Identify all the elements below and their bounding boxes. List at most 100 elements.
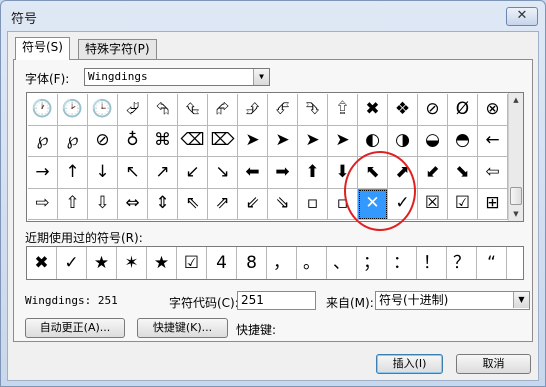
symbol-cell[interactable]: ↖ — [118, 157, 148, 189]
chevron-down-icon[interactable]: ▼ — [513, 292, 529, 308]
recent-symbol-cell[interactable]: ★ — [147, 247, 177, 279]
symbol-cell[interactable]: ↘ — [208, 157, 238, 189]
symbol-cell[interactable]: ← — [478, 125, 508, 157]
symbol-cell[interactable]: ⇔ — [118, 188, 148, 220]
tab-symbols[interactable]: 符号(S) — [15, 37, 70, 60]
cancel-button[interactable]: 取消 — [456, 354, 531, 374]
symbol-cell[interactable]: 🕒 — [88, 94, 118, 126]
recent-symbol-cell[interactable]: 8 — [237, 247, 267, 279]
symbol-cell[interactable]: ⮰ — [118, 94, 148, 126]
symbol-cell[interactable]: ◐ — [358, 125, 388, 157]
recent-symbol-cell[interactable]: ✶ — [117, 247, 147, 279]
symbol-cell[interactable]: ✖ — [358, 94, 388, 126]
recent-symbol-cell[interactable]: ✖ — [27, 247, 57, 279]
symbol-cell[interactable]: ⌘ — [148, 125, 178, 157]
recent-symbols-label: 近期使用过的符号(R): — [25, 231, 143, 245]
symbol-cell[interactable]: ⇕ — [148, 188, 178, 220]
symbol-cell[interactable]: → — [28, 157, 58, 189]
symbol-cell[interactable]: ◒ — [418, 125, 448, 157]
recent-symbol-cell[interactable]: ★ — [87, 247, 117, 279]
symbol-cell[interactable]: ◑ — [388, 125, 418, 157]
recent-symbol-cell[interactable]: ？ — [447, 247, 477, 279]
autocorrect-button[interactable]: 自动更正(A)... — [25, 318, 125, 338]
recent-symbol-cell[interactable]: ； — [357, 247, 387, 279]
symbol-cell[interactable]: ⬅ — [238, 157, 268, 189]
symbol-cell[interactable]: ⬋ — [418, 157, 448, 189]
symbol-cell[interactable]: ⊘ — [88, 125, 118, 157]
symbol-cell[interactable]: ↑ — [58, 157, 88, 189]
symbol-cell[interactable]: ⇧ — [58, 188, 88, 220]
symbol-cell[interactable]: ❖ — [388, 94, 418, 126]
scroll-down-icon[interactable]: ▼ — [509, 207, 523, 221]
symbol-cell[interactable]: ℘ — [58, 125, 88, 157]
recent-symbol-cell[interactable]: ✓ — [57, 247, 87, 279]
symbol-cell[interactable]: 🕐 — [28, 94, 58, 126]
symbol-cell[interactable]: ⮳ — [208, 94, 238, 126]
close-button[interactable]: ✕ — [506, 7, 538, 26]
symbol-cell[interactable]: ⬇ — [328, 157, 358, 189]
symbol-cell[interactable]: ⮵ — [238, 94, 268, 126]
symbol-cell[interactable]: ⮶ — [268, 94, 298, 126]
symbol-cell[interactable]: ➡ — [268, 157, 298, 189]
symbol-cell[interactable]: ↗ — [148, 157, 178, 189]
char-code-field[interactable]: 251 — [237, 291, 316, 310]
symbol-cell[interactable]: ♁ — [118, 125, 148, 157]
symbol-cell[interactable]: ➤ — [298, 125, 328, 157]
symbol-cell[interactable]: ▫ — [298, 188, 328, 220]
recent-symbol-cell[interactable]: 、 — [327, 247, 357, 279]
symbol-cell[interactable]: ➤ — [238, 125, 268, 157]
symbol-cell[interactable]: 🕑 — [58, 94, 88, 126]
symbol-cell[interactable]: ⌫ — [178, 125, 208, 157]
recent-symbol-cell[interactable]: ☑ — [177, 247, 207, 279]
chevron-down-icon[interactable]: ▼ — [253, 69, 269, 85]
grid-scrollbar[interactable]: ▲ ▼ — [508, 93, 523, 221]
symbol-cell[interactable]: ⮲ — [148, 94, 178, 126]
symbol-cell[interactable]: ⮷ — [298, 94, 328, 126]
symbol-cell[interactable]: ⬉ — [358, 157, 388, 189]
symbol-cell[interactable]: ➤ — [328, 125, 358, 157]
symbol-cell[interactable]: ⬆ — [298, 157, 328, 189]
scroll-thumb[interactable] — [510, 187, 522, 205]
font-code-text: Wingdings: 251 — [25, 294, 118, 307]
symbol-cell[interactable]: ➤ — [268, 125, 298, 157]
symbol-cell[interactable]: ℘ — [28, 125, 58, 157]
symbol-cell[interactable]: ⊗ — [478, 94, 508, 126]
recent-symbol-cell[interactable]: ！ — [417, 247, 447, 279]
symbol-cell[interactable]: ⇦ — [478, 157, 508, 189]
symbol-cell[interactable]: ⮴ — [178, 94, 208, 126]
symbol-cell[interactable]: ⇙ — [238, 188, 268, 220]
symbol-cell[interactable]: ⇘ — [268, 188, 298, 220]
symbol-cell[interactable]: ☑ — [448, 188, 478, 220]
font-select[interactable]: Wingdings ▼ — [84, 68, 270, 86]
symbol-cell[interactable]: ⇗ — [208, 188, 238, 220]
shortcut-key-button[interactable]: 快捷键(K)... — [137, 318, 228, 338]
symbol-cell[interactable]: ↓ — [88, 157, 118, 189]
symbol-cell[interactable]: ⊞ — [478, 188, 508, 220]
symbol-cell[interactable]: ⊘ — [418, 94, 448, 126]
symbol-cell[interactable]: Ø — [448, 94, 478, 126]
symbol-cell[interactable]: ⇨ — [28, 188, 58, 220]
recent-symbol-cell[interactable]: 。 — [297, 247, 327, 279]
symbol-cell[interactable]: ↙ — [178, 157, 208, 189]
symbol-cell[interactable]: ⬊ — [448, 157, 478, 189]
recent-symbol-cell[interactable]: ， — [267, 247, 297, 279]
recent-symbol-cell[interactable]: 4 — [207, 247, 237, 279]
shortcut-key-label: 快捷键: — [236, 323, 277, 337]
insert-button[interactable]: 插入(I) — [376, 354, 443, 374]
from-select[interactable]: 符号(十进制) ▼ — [375, 291, 530, 310]
symbol-cell[interactable]: ⌦ — [208, 125, 238, 157]
symbol-cell[interactable]: ⇩ — [88, 188, 118, 220]
symbol-cell[interactable]: ✓ — [388, 188, 418, 220]
tab-special-characters[interactable]: 特殊字符(P) — [78, 39, 157, 59]
symbol-cell[interactable]: ⬈ — [388, 157, 418, 189]
symbol-cell[interactable]: ☒ — [418, 188, 448, 220]
symbol-cell[interactable]: ▫ — [328, 188, 358, 220]
symbol-cell[interactable]: ⇖ — [178, 188, 208, 220]
symbol-cell[interactable]: ◓ — [448, 125, 478, 157]
scroll-up-icon[interactable]: ▲ — [509, 93, 523, 107]
symbols-panel: 字体(F): Wingdings ▼ 🕐 🕑 🕒 ⮰ ⮲ ⮴ ⮳ ⮵ ⮶ ⮷ ⮸ ✖ ❖ ⊘ Ø ⊗ ℘ ℘ ⊘ ♁ ⌘… — [13, 59, 533, 342]
recent-symbol-cell[interactable]: “ — [477, 247, 507, 279]
symbol-cell[interactable]: ✕ — [358, 188, 388, 220]
recent-symbol-cell[interactable]: ： — [387, 247, 417, 279]
symbol-cell[interactable]: ⮸ — [328, 94, 358, 126]
